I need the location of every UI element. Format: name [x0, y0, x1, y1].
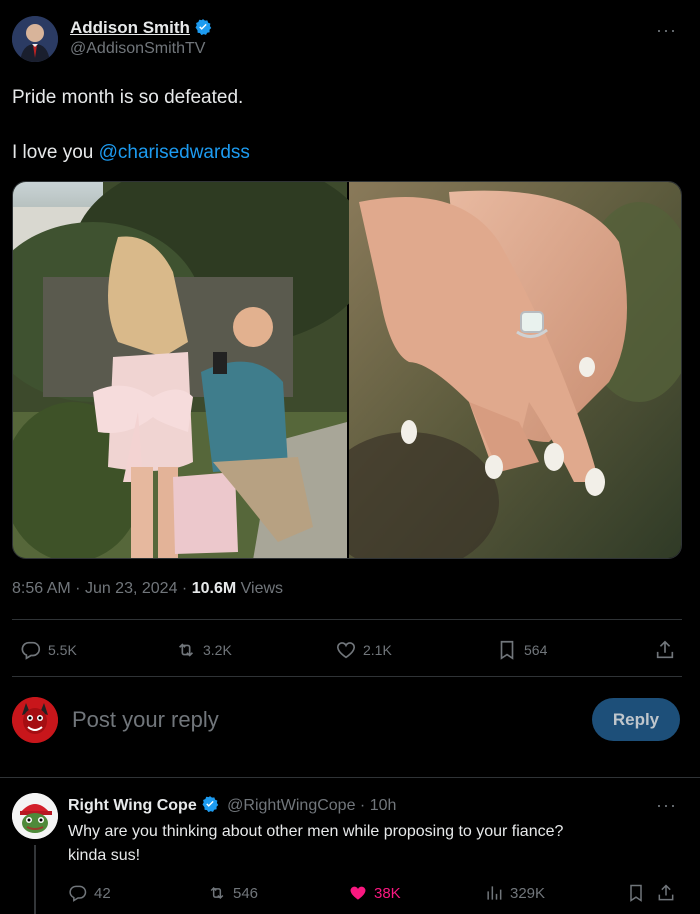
views-count: 10.6M: [191, 580, 237, 597]
share-icon: [656, 640, 674, 659]
meta-separator: ·: [359, 797, 366, 814]
tweet-actions: 5.5K 3.2K 2.1K 564: [20, 638, 680, 662]
bookmark-icon: [630, 884, 642, 902]
comment-reply-action[interactable]: 42: [68, 883, 111, 903]
like-count: 2.1K: [363, 642, 392, 658]
reply-button[interactable]: Reply: [592, 698, 680, 741]
bookmark-action[interactable]: 564: [496, 639, 547, 661]
bookmark-count: 564: [524, 642, 548, 658]
reply-icon: [69, 885, 87, 902]
divider: [12, 676, 682, 677]
meta-separator: ·: [75, 580, 81, 597]
tweet-text-prefix: I love you: [12, 142, 99, 163]
comment-reply-count: 42: [94, 884, 111, 902]
verified-badge-icon: [195, 19, 212, 36]
comment-more-options-icon[interactable]: ···: [656, 795, 677, 816]
comment-like-action[interactable]: 38K: [348, 883, 401, 903]
heart-icon: [336, 642, 356, 659]
comment-text-line2: kinda sus!: [68, 847, 141, 864]
comment-repost-action[interactable]: 546: [207, 883, 258, 903]
share-action[interactable]: [654, 639, 676, 661]
author-info: Addison Smith @AddisonSmithTV: [70, 18, 212, 58]
repost-icon: [210, 886, 224, 900]
comment-views-count: 329K: [510, 884, 546, 902]
mention-link[interactable]: @charisedwardss: [99, 142, 250, 163]
comment-repost-count: 546: [233, 884, 259, 902]
author-handle[interactable]: @AddisonSmithTV: [70, 40, 212, 58]
divider: [12, 619, 682, 620]
tweet-date[interactable]: Jun 23, 2024: [85, 580, 178, 597]
tweet-text-line2: I love you @charisedwardss: [12, 140, 250, 166]
user-avatar[interactable]: [12, 697, 58, 743]
thread-line: [34, 845, 36, 914]
comment-header: Right Wing Cope @RightWingCope · 10h: [68, 795, 396, 815]
commenter-handle[interactable]: @RightWingCope: [227, 797, 355, 814]
meta-separator: ·: [181, 580, 188, 597]
reply-action[interactable]: 5.5K: [20, 639, 77, 661]
author-avatar[interactable]: [12, 16, 58, 62]
verified-badge-icon: [202, 796, 218, 813]
more-options-icon[interactable]: ···: [656, 20, 677, 41]
bookmark-icon: [500, 640, 514, 660]
comment-text-line1: Why are you thinking about other men whi…: [68, 823, 564, 840]
like-action[interactable]: 2.1K: [335, 639, 392, 661]
heart-filled-icon: [350, 886, 366, 900]
comment-share-action[interactable]: [656, 883, 676, 903]
tweet-media[interactable]: [12, 181, 682, 559]
analytics-icon: [487, 886, 502, 900]
views-label: Views: [240, 580, 284, 597]
comment-time[interactable]: 10h: [370, 797, 397, 814]
repost-action[interactable]: 3.2K: [175, 639, 232, 661]
commenter-name[interactable]: Right Wing Cope: [68, 797, 197, 814]
ring-photo: [349, 182, 681, 558]
author-name[interactable]: Addison Smith: [70, 18, 190, 37]
comment-like-count: 38K: [374, 884, 401, 902]
comment-views-action[interactable]: 329K: [484, 883, 545, 903]
repost-count: 3.2K: [203, 642, 232, 658]
section-divider: [0, 777, 700, 778]
reply-input[interactable]: Post your reply: [72, 707, 219, 733]
commenter-avatar[interactable]: [12, 793, 58, 839]
tweet-text-line1: Pride month is so defeated.: [12, 87, 244, 108]
tweet-time[interactable]: 8:56 AM: [12, 580, 71, 597]
tweet-meta: 8:56 AM · Jun 23, 2024 · 10.6M Views: [12, 580, 283, 598]
comment-actions: 42 546 38K 329K: [68, 882, 680, 904]
reply-icon: [21, 641, 41, 660]
repost-icon: [178, 643, 194, 657]
share-icon: [658, 884, 674, 901]
reply-count: 5.5K: [48, 642, 77, 658]
comment-bookmark-action[interactable]: [626, 883, 646, 903]
